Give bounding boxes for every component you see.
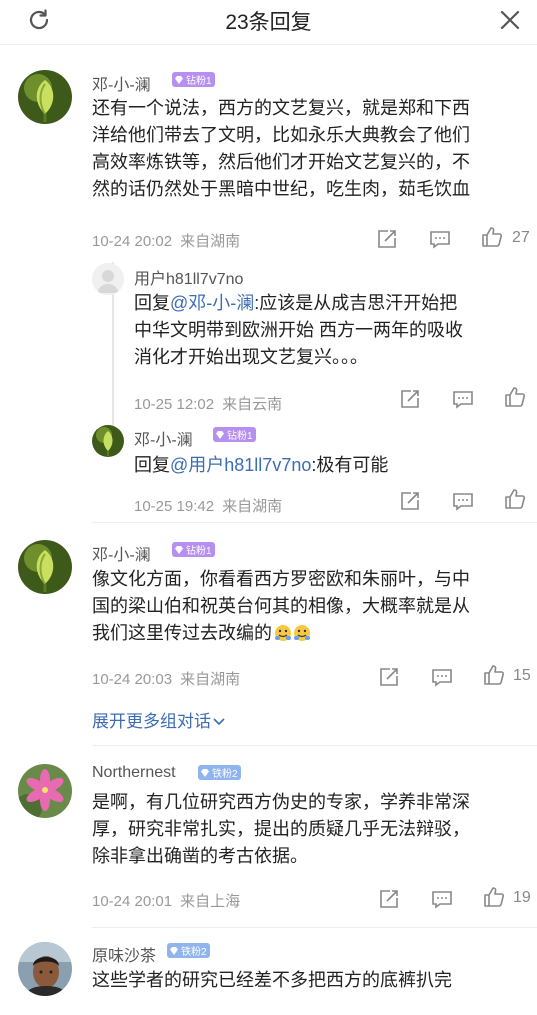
chevron-down-icon <box>213 711 225 731</box>
fan-badge-label: 钻粉1 <box>227 431 253 442</box>
reply-time: 10-25 19:42 <box>134 498 215 515</box>
close-icon[interactable] <box>495 6 525 34</box>
divider <box>92 927 537 928</box>
fan-badge: 钻粉1 <box>172 72 215 87</box>
like-count: 27 <box>512 229 530 246</box>
comment-username[interactable]: Northernest <box>92 764 176 782</box>
like-icon[interactable] <box>482 885 506 909</box>
reply-meta: 10-25 12:02 来自云南 <box>134 393 282 414</box>
share-icon[interactable] <box>377 887 401 911</box>
avatar[interactable] <box>18 764 72 818</box>
avatar[interactable] <box>18 942 72 996</box>
divider <box>92 522 537 523</box>
share-icon[interactable] <box>375 227 399 251</box>
comment-location: 来自上海 <box>180 893 241 910</box>
like-count: 19 <box>513 889 531 906</box>
comment-time: 10-24 20:03 <box>92 671 173 688</box>
reply-time: 10-25 12:02 <box>134 396 215 413</box>
reply-meta: 10-25 19:42 来自湖南 <box>134 495 282 516</box>
fan-badge-label: 钻粉1 <box>186 546 212 557</box>
fan-badge-label: 钻粉1 <box>186 76 212 87</box>
reply-location: 来自云南 <box>222 396 283 413</box>
comment-meta: 10-24 20:03 来自湖南 <box>92 668 240 689</box>
diamond-icon <box>170 946 178 955</box>
divider <box>92 745 537 746</box>
comment-username[interactable]: 原味沙茶 <box>92 942 156 966</box>
fan-badge: 铁粉2 <box>167 943 210 958</box>
fan-badge-label: 铁粉2 <box>212 769 238 780</box>
comment-text: 还有一个说法，西方的文艺复兴，就是郑和下西 洋给他们带去了文明，比如永乐大典教会… <box>92 98 470 199</box>
comment-username[interactable]: 邓-小-澜 <box>92 541 151 565</box>
comment-meta: 10-24 20:02 来自湖南 <box>92 230 240 251</box>
fan-badge: 钻粉1 <box>213 427 256 442</box>
comment-icon[interactable] <box>451 387 475 411</box>
avatar[interactable] <box>18 70 72 124</box>
fan-badge-label: 铁粉2 <box>181 947 207 958</box>
comment-time: 10-24 20:02 <box>92 233 173 250</box>
share-icon[interactable] <box>398 387 422 411</box>
reply-prefix: 回复 <box>134 293 170 313</box>
like-icon[interactable] <box>503 385 527 409</box>
reply-text: 回复@邓-小-澜:应该是从成吉思汗开始把 中华文明带到欧洲开始 西方一两年的吸收… <box>134 293 463 367</box>
comment-icon[interactable] <box>428 227 452 251</box>
fan-badge: 铁粉2 <box>198 765 241 780</box>
reply-location: 来自湖南 <box>222 498 283 515</box>
mention-link[interactable]: @用户h81ll7v7no <box>170 455 311 475</box>
header-divider <box>0 44 537 45</box>
page-title: 23条回复 <box>225 11 312 34</box>
reply-text: 回复@用户h81ll7v7no:极有可能 <box>134 455 389 475</box>
share-icon[interactable] <box>398 489 422 513</box>
comment-text: 像文化方面，你看看西方罗密欧和朱丽叶，与中 国的梁山伯和祝英台何其的相像，大概率… <box>92 566 522 650</box>
expand-more-link[interactable]: 展开更多组对话 <box>92 707 225 732</box>
diamond-icon <box>201 768 209 777</box>
comment-meta: 10-24 20:01 来自上海 <box>92 890 240 911</box>
avatar[interactable] <box>92 425 124 457</box>
avatar[interactable] <box>18 540 72 594</box>
diamond-icon <box>216 430 224 439</box>
mention-link[interactable]: @邓-小-澜 <box>170 293 254 313</box>
like-icon[interactable] <box>482 663 506 687</box>
comment-text: 这些学者的研究已经差不多把西方的底裤扒完 <box>92 970 452 990</box>
like-count: 15 <box>513 667 531 684</box>
top-bar: 23条回复 <box>0 0 537 40</box>
comment-icon[interactable] <box>430 665 454 689</box>
like-icon[interactable] <box>503 487 527 511</box>
like-icon[interactable] <box>480 225 504 249</box>
avatar[interactable] <box>92 263 124 295</box>
reply-prefix: 回复 <box>134 455 170 475</box>
comment-time: 10-24 20:01 <box>92 893 173 910</box>
diamond-icon <box>175 75 183 84</box>
share-icon[interactable] <box>377 665 401 689</box>
diamond-icon <box>175 545 183 554</box>
reply-username[interactable]: 邓-小-澜 <box>134 426 193 450</box>
comment-location: 来自湖南 <box>180 671 241 688</box>
comment-text: 是啊，有几位研究西方伪史的专家，学养非常深 厚，研究非常扎实，提出的质疑几乎无法… <box>92 792 470 866</box>
comment-username[interactable]: 邓-小-澜 <box>92 71 151 95</box>
comment-icon[interactable] <box>430 887 454 911</box>
comment-icon[interactable] <box>451 489 475 513</box>
reply-username[interactable]: 用户h81ll7v7no <box>134 265 243 289</box>
fan-badge: 钻粉1 <box>172 542 215 557</box>
emoji-icon <box>274 623 312 650</box>
comment-location: 来自湖南 <box>180 233 241 250</box>
